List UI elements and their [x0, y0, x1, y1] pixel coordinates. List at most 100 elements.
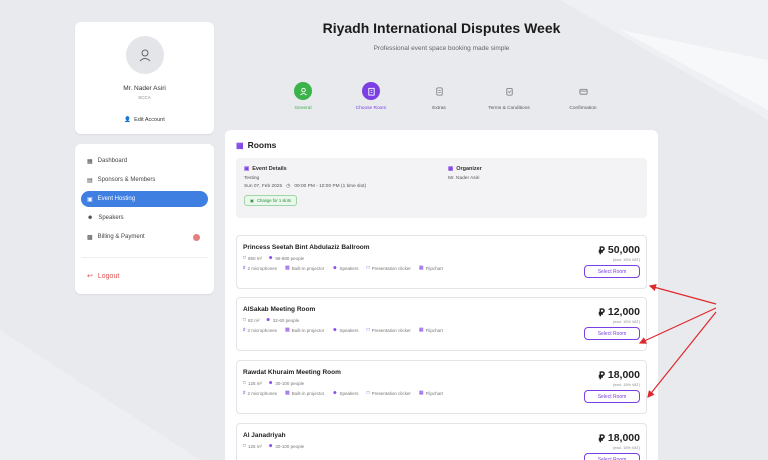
step-confirmation[interactable]: Confirmation	[548, 82, 618, 111]
riyal-icon: ⃁	[598, 433, 605, 445]
riyal-icon: ⃁	[598, 370, 605, 382]
flipchart-icon: ▦	[418, 390, 424, 396]
price-value: 18,000	[607, 432, 640, 444]
event-time: 09:00 PM - 10:00 PM (1 time slot)	[294, 184, 367, 189]
sidebar-item-billing[interactable]: ▩ Billing & Payment	[81, 229, 208, 245]
annotation-arrow	[648, 284, 717, 305]
flipchart-icon: ▦	[418, 327, 424, 333]
amenity: 2 microphones	[247, 265, 278, 271]
rooms-header: ▦ Rooms	[236, 140, 647, 150]
calendar-icon: ▣	[244, 166, 250, 172]
amenity: Presentation clicker	[371, 265, 411, 271]
clicker-icon: □	[366, 265, 370, 271]
speakers-icon: ☻	[332, 265, 338, 271]
page-subtitle: Professional event space booking made si…	[373, 45, 510, 52]
sidebar-item-speakers[interactable]: ☻ Speakers	[81, 210, 208, 226]
profile-name: Mr. Nader Asiri	[123, 85, 166, 92]
step-check-icon	[294, 82, 312, 100]
people-icon: ☻	[268, 380, 274, 386]
user-icon	[139, 49, 150, 62]
room-card: AlSakab Meeting Room □ 82 m² ☻ 32-60 peopl…	[236, 297, 647, 351]
step-extras[interactable]: Extras	[404, 82, 474, 111]
room-area: 850 m²	[248, 255, 263, 261]
step-label: Terms & Conditions	[488, 106, 530, 111]
room-price: ⃁ 18,000	[599, 368, 640, 382]
select-room-button[interactable]: Select Room	[584, 265, 640, 278]
select-room-button[interactable]: Select Room	[584, 390, 640, 403]
step-label: Extras	[432, 106, 446, 111]
calendar-icon: ▣	[87, 196, 93, 203]
sidebar-item-event-hosting[interactable]: ▣ Event Hosting	[81, 191, 208, 207]
rooms-title: Rooms	[247, 140, 277, 150]
people-icon: ☻	[265, 317, 271, 323]
change-slots-button[interactable]: ▣ Change for 1 slots	[244, 195, 297, 206]
amenity: Built-in projector	[291, 327, 325, 333]
building-icon: ▦	[236, 140, 244, 150]
room-name: Princess Seetah Bint Abdulaziz Ballroom	[243, 244, 370, 251]
amenity: Speakers	[339, 390, 359, 396]
step-terms[interactable]: Terms & Conditions	[474, 82, 544, 111]
event-date: Sun 07, Feb 2025	[244, 184, 283, 189]
room-amenities: ♯ 2 microphones ▩ Built-in projector ☻ Spea…	[243, 265, 443, 271]
riyal-icon: ⃁	[598, 307, 605, 319]
room-name: Al Janadriyah	[243, 432, 286, 439]
page-title: Riyadh International Disputes Week	[322, 20, 561, 36]
document-icon	[430, 82, 448, 100]
event-name: Testing	[244, 176, 260, 181]
event-datetime: Sun 07, Feb 2025 ◷ 09:00 PM - 10:00 PM (…	[244, 184, 366, 189]
room-amenities: ♯ 2 microphones ▩ Built-in projector ☻ Spea…	[243, 327, 443, 333]
amenity: 2 microphones	[247, 327, 278, 333]
building-icon: ▦	[448, 166, 454, 172]
amenity: 2 microphones	[247, 390, 278, 396]
annotation-arrow	[647, 311, 717, 398]
users-icon: ☻	[87, 215, 94, 221]
room-meta: □ 850 m² ☻ 96-880 people	[243, 255, 304, 261]
edit-account-link[interactable]: 👤 Edit Account	[75, 117, 214, 123]
room-meta: □ 125 m² ☻ 30-100 people	[243, 443, 304, 449]
select-room-button[interactable]: Select Room	[584, 453, 640, 460]
select-room-button[interactable]: Select Room	[584, 327, 640, 340]
sidebar-item-label: Dashboard	[97, 158, 128, 164]
amenity: Presentation clicker	[371, 327, 411, 333]
speakers-icon: ☻	[332, 390, 338, 396]
step-choose-room[interactable]: Choose Room	[336, 82, 406, 111]
room-capacity: 30-100 people	[275, 443, 305, 449]
vat-note: (excl. 15% VAT)	[613, 258, 640, 262]
organizer-label: Organizer	[456, 166, 482, 172]
area-icon: □	[243, 380, 247, 386]
sidebar-nav: ▦ Dashboard ▤ Sponsors & Members ▣ Event…	[75, 144, 214, 294]
amenity: Speakers	[339, 265, 359, 271]
sidebar-item-sponsors[interactable]: ▤ Sponsors & Members	[81, 172, 208, 188]
logout-button[interactable]: ↩ Logout	[81, 268, 208, 284]
event-details-box: ▣ Event Details Testing Sun 07, Feb 2025…	[236, 158, 647, 218]
clock-icon: ◷	[286, 184, 291, 189]
projector-icon: ▩	[285, 327, 290, 333]
amenity: Speakers	[339, 327, 359, 333]
step-general[interactable]: General	[268, 82, 338, 111]
sidebar-item-dashboard[interactable]: ▦ Dashboard	[81, 153, 208, 169]
sidebar-item-label: Speakers	[98, 215, 124, 221]
room-name: AlSakab Meeting Room	[243, 306, 316, 313]
room-meta: □ 82 m² ☻ 32-60 people	[243, 317, 299, 323]
organizer-name: Mr. Nader Asiri	[448, 176, 480, 181]
room-capacity: 96-880 people	[275, 255, 305, 261]
organizer: ▦ Organizer Mr. Nader Asiri	[448, 166, 482, 181]
building-icon	[362, 82, 380, 100]
calendar-icon: ▣	[250, 198, 254, 203]
amenity: Flipchart	[425, 265, 443, 271]
flipchart-icon: ▦	[418, 265, 424, 271]
card-icon: ▤	[87, 177, 93, 184]
room-card: Al Janadriyah □ 125 m² ☻ 30-100 people ⃁ 18…	[236, 423, 647, 460]
people-icon: ☻	[268, 255, 274, 261]
price-value: 50,000	[607, 244, 640, 256]
speakers-icon: ☻	[332, 327, 338, 333]
step-label: Choose Room	[355, 106, 387, 111]
room-card: Rawdat Khuraim Meeting Room □ 125 m² ☻ 30-…	[236, 360, 647, 414]
checklist-icon	[500, 82, 518, 100]
notification-badge	[193, 233, 200, 241]
profile-card: Mr. Nader Asiri SCCA 👤 Edit Account	[75, 22, 214, 134]
grid-icon: ▦	[87, 158, 93, 165]
microphone-icon: ♯	[243, 390, 246, 396]
room-area: 82 m²	[248, 317, 260, 323]
area-icon: □	[243, 317, 247, 323]
